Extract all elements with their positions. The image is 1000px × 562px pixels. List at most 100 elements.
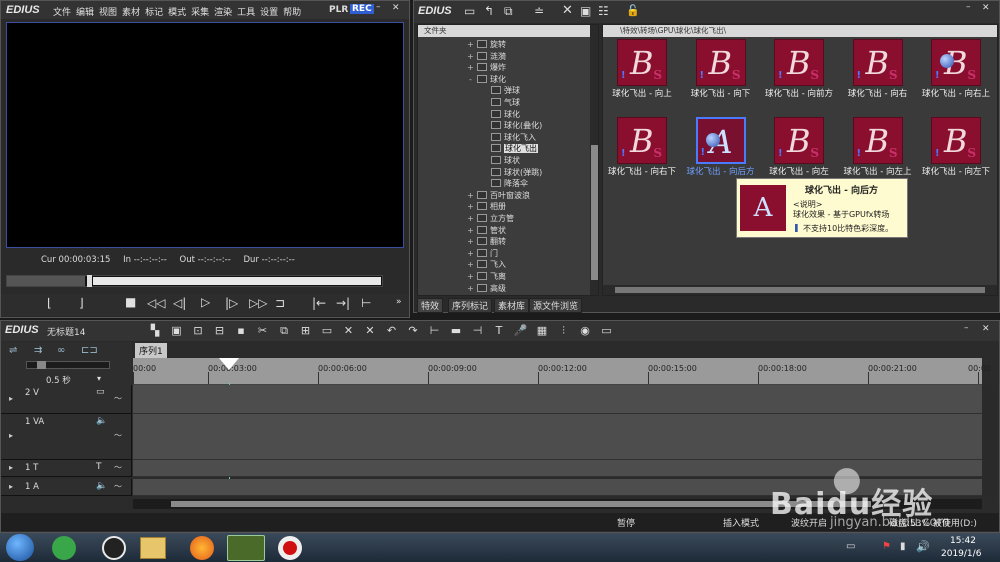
tree-scrollbar[interactable] <box>590 25 598 295</box>
insert-to-timeline-icon[interactable]: |← <box>312 296 326 310</box>
replace-icon[interactable]: ⊢ <box>361 296 371 310</box>
timeline-hscroll-thumb[interactable] <box>171 501 871 507</box>
menu-edit[interactable]: 编辑 <box>76 5 94 18</box>
effect-tile[interactable]: B S! 球化飞出 - 向上 <box>603 39 681 114</box>
effect-thumbnail[interactable]: B S! <box>774 117 824 164</box>
audio-levels-icon[interactable]: ⫶ <box>555 323 573 339</box>
tree-item[interactable]: + 旋转 <box>466 39 506 50</box>
tree-item[interactable]: + 爆炸 <box>466 62 506 73</box>
set-out-icon[interactable]: ⌋ <box>79 296 84 310</box>
plr-button[interactable]: PLR <box>329 5 348 15</box>
sequence-tab[interactable]: 序列1 <box>135 343 167 358</box>
tab-sequence-markers[interactable]: 序列标记 <box>448 298 493 313</box>
tiles-hscrollbar[interactable] <box>603 285 997 295</box>
zoom-dropdown-icon[interactable]: ▾ <box>97 374 101 383</box>
menu-tools[interactable]: 工具 <box>237 5 255 18</box>
tree-item[interactable]: + 飞离 <box>466 271 506 282</box>
display-icon[interactable]: ▭ <box>598 323 616 339</box>
undo-icon[interactable]: ↶ <box>383 323 401 339</box>
tree-item[interactable]: + 立方管 <box>466 213 514 224</box>
tray-flag-icon[interactable]: ⚑ <box>882 541 891 552</box>
lock-icon[interactable]: 🔓 <box>626 4 640 17</box>
overwrite-to-timeline-icon[interactable]: →| <box>336 296 350 310</box>
menu-help[interactable]: 帮助 <box>283 5 301 18</box>
expand-icon[interactable]: + <box>466 225 475 236</box>
title-icon[interactable]: T <box>490 323 508 339</box>
tree-item[interactable]: - 球化 <box>466 74 506 85</box>
collapse-icon[interactable]: - <box>466 74 475 85</box>
expand-icon[interactable]: + <box>466 51 475 62</box>
library-minimize-icon[interactable]: – <box>966 2 971 12</box>
tree-item[interactable]: + 管状 <box>466 225 506 236</box>
effect-thumbnail[interactable]: A! <box>695 117 746 164</box>
expand-icon[interactable]: + <box>466 248 475 259</box>
tree-item[interactable]: + 飞入 <box>466 259 506 270</box>
step-forward-icon[interactable]: |▷ <box>225 296 238 310</box>
replace-clip-icon[interactable]: ▭ <box>318 323 336 339</box>
properties-icon[interactable]: ▣ <box>580 4 591 18</box>
menu-clip[interactable]: 素材 <box>122 5 140 18</box>
track-sync-icon[interactable]: 〜 <box>114 462 122 473</box>
expand-icon[interactable]: + <box>466 283 475 294</box>
effect-tile[interactable]: B S! 球化飞出 - 向右 <box>839 39 917 114</box>
set-in-icon[interactable]: ⌊ <box>47 296 52 310</box>
clock-date[interactable]: 2019/1/6 <box>941 549 981 559</box>
tree-item[interactable]: + 门 <box>466 248 498 259</box>
track-lock-icon[interactable]: ▸ <box>9 482 13 491</box>
tray-network-icon[interactable]: ▮ <box>900 541 906 552</box>
more-icon[interactable]: » <box>396 297 402 307</box>
stop-icon[interactable]: ■ <box>125 295 136 309</box>
slider-handle[interactable] <box>87 275 92 287</box>
track-sync-icon[interactable]: 〜 <box>114 430 122 441</box>
expand-icon[interactable]: + <box>466 62 475 73</box>
step-back-icon[interactable]: ◁| <box>173 296 186 310</box>
delete-clip-icon[interactable]: ✕ <box>340 323 358 339</box>
tree-item[interactable]: 球化飞入 <box>480 132 536 143</box>
copy-icon[interactable]: ⧉ <box>275 323 293 339</box>
effect-tile[interactable]: B S! 球化飞出 - 向左下 <box>917 117 995 192</box>
tree-item[interactable]: + 翻转 <box>466 236 506 247</box>
tray-keyboard-icon[interactable]: ▭ <box>846 541 855 552</box>
import-icon[interactable]: ⊡ <box>189 323 207 339</box>
rewind-icon[interactable]: ◁◁ <box>147 296 165 310</box>
paste-icon[interactable]: ⊞ <box>297 323 315 339</box>
effect-thumbnail[interactable]: B S! <box>931 117 981 164</box>
track-header[interactable]: 2 V ▭ 〜 ▸ <box>1 385 132 414</box>
ripple-delete-icon[interactable]: ✕ <box>361 323 379 339</box>
add-icon[interactable]: ≐ <box>534 4 544 18</box>
taskbar-qq-icon[interactable] <box>102 536 126 560</box>
sync-icon[interactable]: ⇌ <box>9 345 17 356</box>
taskbar-explorer-icon[interactable] <box>140 537 166 559</box>
tree-item[interactable]: + 涟漪 <box>466 51 506 62</box>
timeline-minimize-icon[interactable]: – <box>964 323 969 333</box>
zoom-slider-handle[interactable] <box>37 361 46 369</box>
start-button[interactable] <box>6 534 34 561</box>
menu-marker[interactable]: 标记 <box>145 5 163 18</box>
tree-item[interactable]: 球状(弹跳) <box>480 167 542 178</box>
new-sequence-icon[interactable]: ▚ <box>146 323 164 339</box>
menu-file[interactable]: 文件 <box>53 5 71 18</box>
export-icon[interactable]: ⊟ <box>211 323 229 339</box>
taskbar-360-icon[interactable] <box>52 536 76 560</box>
track-header[interactable]: 1 T T 〜 ▸ <box>1 460 132 477</box>
track-header[interactable]: 1 A 🔈 〜 ▸ <box>1 479 132 496</box>
tree-item[interactable]: + 高级 <box>466 283 506 294</box>
tab-bin[interactable]: 素材库 <box>494 298 530 313</box>
title-track-icon[interactable]: T <box>96 462 102 472</box>
expand-icon[interactable]: + <box>466 213 475 224</box>
layout-icon[interactable]: ⧉ <box>504 4 513 19</box>
redo-icon[interactable]: ↷ <box>404 323 422 339</box>
menu-view[interactable]: 视图 <box>99 5 117 18</box>
track-sync-icon[interactable]: 〜 <box>114 393 122 404</box>
split-icon[interactable]: ⊢ <box>426 323 444 339</box>
effect-thumbnail[interactable]: B S! <box>852 39 903 86</box>
tree-item[interactable]: + 百叶窗波浪 <box>466 190 530 201</box>
tree-item[interactable]: 气球 <box>480 97 520 108</box>
group-icon[interactable]: ∞ <box>57 345 65 356</box>
marker-icon[interactable]: ▬ <box>447 323 465 339</box>
expand-icon[interactable]: + <box>466 39 475 50</box>
rec-button[interactable]: REC <box>350 4 374 14</box>
tree-item[interactable]: 弹球 <box>480 85 520 96</box>
tiles-hscroll-thumb[interactable] <box>615 287 985 293</box>
tree-item[interactable]: 降落伞 <box>480 178 528 189</box>
